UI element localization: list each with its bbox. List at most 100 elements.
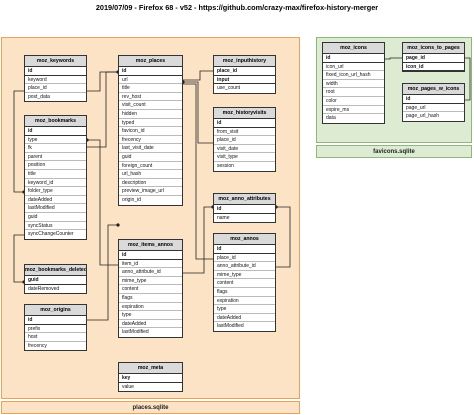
primary-key-field: input — [214, 76, 275, 85]
table-header: moz_inputhistory — [214, 56, 275, 67]
table-field: place_id — [25, 84, 86, 93]
table-header: moz_places — [119, 56, 182, 67]
table-field: root — [323, 88, 384, 97]
table-field: rev_host — [119, 93, 182, 102]
primary-key-field: key — [119, 374, 182, 383]
table-moz-annos: moz_annos id place_id anno_attribute_id … — [213, 233, 276, 332]
table-field: typed — [119, 119, 182, 128]
table-field: lastModified — [25, 204, 86, 213]
table-field: fk — [25, 144, 86, 153]
table-header: moz_keywords — [25, 56, 86, 67]
table-moz-meta: moz_meta key value — [118, 362, 183, 393]
table-field: session — [217, 162, 234, 169]
diagram-title: 2019/07/09 - Firefox 68 - v52 - https://… — [95, 3, 379, 12]
table-header: moz_meta — [119, 363, 182, 374]
table-field: fixed_icon_url_hash — [323, 71, 384, 80]
table-field: flags — [119, 294, 182, 303]
table-field: foreign_count — [119, 162, 182, 171]
table-moz-icons-to-pages: moz_icons_to_pages page_id icon_id — [402, 42, 465, 73]
table-field: page_url_hash — [406, 113, 440, 120]
table-field: dateAdded — [25, 196, 86, 205]
table-field: post_data — [28, 93, 50, 100]
table-header: moz_historyvisits — [214, 108, 275, 119]
table-header: moz_annos — [214, 234, 275, 245]
table-field: host — [25, 333, 86, 342]
primary-key-field: id — [25, 67, 86, 76]
table-field: last_visit_date — [119, 144, 182, 153]
table-field: expiration — [119, 303, 182, 312]
table-moz-bookmarks: moz_bookmarks id type fk parent position… — [24, 115, 87, 240]
table-field: dateAdded — [214, 314, 275, 323]
primary-key-field: icon_id — [403, 63, 464, 72]
table-field: anno_attribute_id — [214, 262, 275, 271]
table-field: guid — [25, 213, 86, 222]
table-field: flags — [214, 288, 275, 297]
primary-key-field: guid — [25, 276, 86, 285]
table-field: position — [25, 161, 86, 170]
table-field: mime_type — [119, 277, 182, 286]
table-header: moz_anno_attributes — [214, 194, 275, 205]
table-header: moz_origins — [25, 305, 86, 316]
table-field: prefix — [25, 325, 86, 334]
table-field: expire_ms — [323, 106, 384, 115]
table-field: lastModified — [217, 323, 244, 330]
primary-key-field: id — [25, 316, 86, 325]
table-header: moz_items_annos — [119, 240, 182, 251]
table-field: visit_date — [214, 145, 275, 154]
table-field: folder_type — [25, 187, 86, 196]
table-field: frecency — [28, 342, 47, 349]
places-db-label: places.sqlite — [1, 401, 300, 414]
table-moz-bookmarks-deleted: moz_bookmarks_deleted guid dateRemoved — [24, 264, 87, 295]
table-field: type — [214, 305, 275, 314]
primary-key-field: id — [25, 127, 86, 136]
table-field: preview_image_url — [119, 187, 182, 196]
primary-key-field: place_id — [214, 67, 275, 76]
primary-key-field: id — [214, 245, 275, 254]
table-field: expiration — [214, 297, 275, 306]
table-field: dateAdded — [119, 320, 182, 329]
table-header: moz_icons — [323, 43, 384, 54]
primary-key-field: id — [403, 95, 464, 104]
table-field: url_hash — [119, 170, 182, 179]
table-field: keyword_id — [25, 179, 86, 188]
table-field: place_id — [214, 254, 275, 263]
table-field: place_id — [214, 136, 275, 145]
table-moz-items-annos: moz_items_annos id item_id anno_attribut… — [118, 239, 183, 338]
table-field: parent — [25, 153, 86, 162]
table-field: title — [25, 170, 86, 179]
table-header: moz_bookmarks_deleted — [25, 265, 86, 276]
table-field: keyword — [25, 76, 86, 85]
table-field: description — [119, 179, 182, 188]
table-field: visit_type — [214, 153, 275, 162]
table-field: icon_url — [323, 63, 384, 72]
favicons-db-label: favicons.sqlite — [316, 145, 472, 158]
table-moz-keywords: moz_keywords id keyword place_id post_da… — [24, 55, 87, 103]
table-field: color — [323, 97, 384, 106]
table-field: frecency — [119, 136, 182, 145]
table-field: anno_attribute_id — [119, 268, 182, 277]
table-field: guid — [119, 153, 182, 162]
table-field: from_visit — [214, 128, 275, 137]
table-field: url — [119, 76, 182, 85]
table-field: page_url — [403, 104, 464, 113]
table-field: item_id — [119, 260, 182, 269]
table-moz-pages-w-icons: moz_pages_w_icons id page_url page_url_h… — [402, 83, 465, 122]
primary-key-field: id — [323, 54, 384, 63]
table-field: syncStatus — [25, 222, 86, 231]
table-field: lastModified — [122, 329, 149, 336]
table-field: origin_id — [122, 196, 141, 203]
table-moz-places: moz_places id url title rev_host visit_c… — [118, 55, 183, 206]
table-field: width — [323, 80, 384, 89]
table-moz-origins: moz_origins id prefix host frecency — [24, 304, 87, 352]
table-field: name — [217, 214, 230, 221]
table-field: content — [119, 285, 182, 294]
table-field: content — [214, 279, 275, 288]
primary-key-field: id — [119, 251, 182, 260]
table-field: favicon_id — [119, 127, 182, 136]
table-field: hidden — [119, 110, 182, 119]
table-field: syncChangeCounter — [28, 231, 74, 238]
table-field: mime_type — [214, 271, 275, 280]
table-field: type — [119, 311, 182, 320]
table-field: type — [25, 136, 86, 145]
table-field: value — [122, 383, 134, 390]
